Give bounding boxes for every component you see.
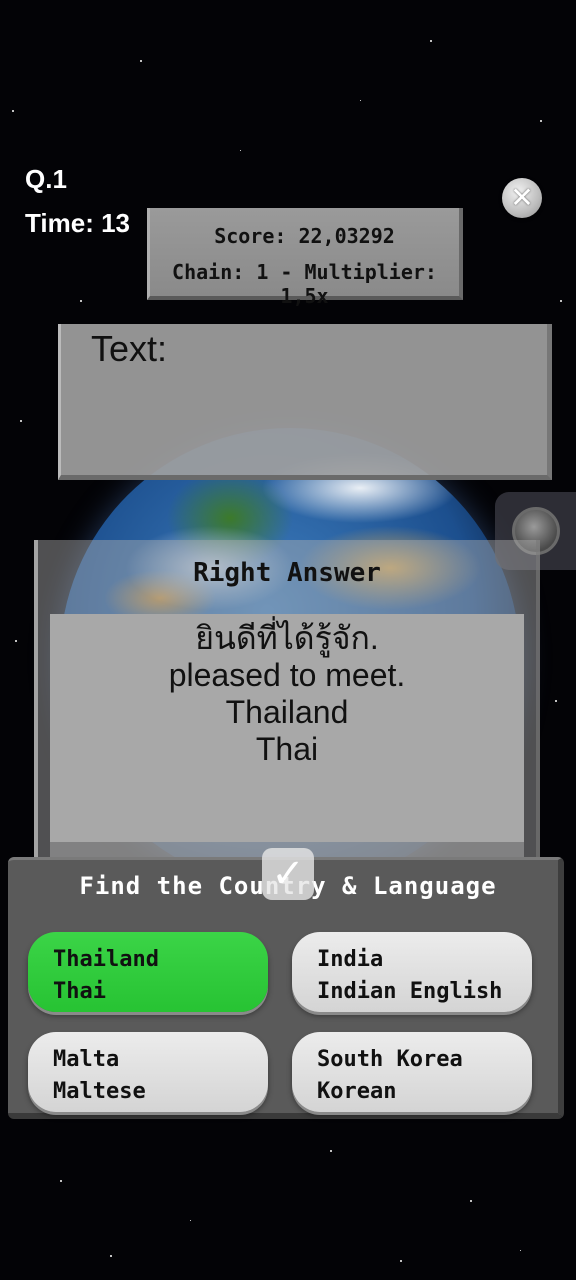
text-label: Text:	[91, 328, 168, 369]
checkmark-icon: ✓	[262, 848, 314, 900]
answer-country: Thailand	[225, 694, 349, 730]
text-panel: Text:	[58, 324, 552, 480]
score-text: Score: 22,03292	[214, 224, 395, 248]
option-language: Thai	[53, 979, 106, 1004]
option-south-korea[interactable]: South Korea Korean	[292, 1032, 532, 1112]
score-panel: Score: 22,03292 Chain: 1 - Multiplier: 1…	[147, 208, 463, 308]
option-country: South Korea	[317, 1047, 463, 1072]
option-malta[interactable]: Malta Maltese	[28, 1032, 268, 1112]
option-language: Korean	[317, 1079, 397, 1104]
right-answer-card: Right Answer ยินดีที่ได้รู้จัก. pleased …	[34, 540, 540, 896]
option-language: Maltese	[53, 1079, 146, 1104]
option-country: Thailand	[53, 947, 159, 972]
option-india[interactable]: India Indian English	[292, 932, 532, 1012]
close-icon: ✕	[510, 181, 534, 214]
close-button[interactable]: ✕	[502, 178, 542, 218]
answer-title: Right Answer	[193, 558, 381, 588]
option-thailand[interactable]: Thailand Thai	[28, 932, 268, 1012]
option-language: Indian English	[317, 979, 503, 1004]
option-country: India	[317, 947, 384, 972]
question-number: Q.1	[25, 164, 67, 194]
answer-phrase-native: ยินดีที่ได้รู้จัก.	[195, 620, 379, 656]
option-country: Malta	[53, 1047, 120, 1072]
timer: Time: 13	[25, 208, 131, 238]
answer-body: ยินดีที่ได้รู้จัก. pleased to meet. Thai…	[50, 614, 524, 842]
answer-language: Thai	[255, 731, 319, 767]
chain-multiplier-text: Chain: 1 - Multiplier: 1,5x	[172, 260, 437, 308]
answer-phrase-translation: pleased to meet.	[168, 657, 406, 693]
